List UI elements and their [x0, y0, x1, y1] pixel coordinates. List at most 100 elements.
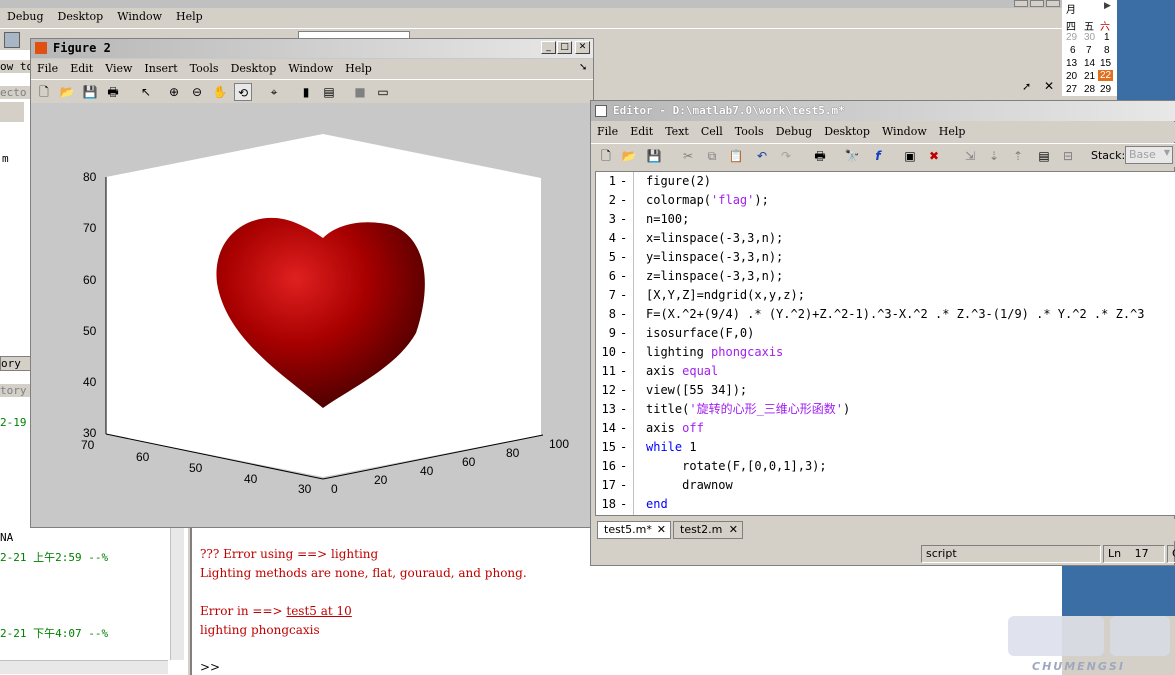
ed-menu-help[interactable]: Help	[933, 122, 972, 141]
command-prompt[interactable]: >>	[200, 660, 220, 674]
breakpoint-marker[interactable]: -	[620, 172, 627, 191]
continue-icon[interactable]: ▤	[1035, 147, 1053, 165]
clear-breakpoint-icon[interactable]: ✖	[925, 147, 943, 165]
calendar-day[interactable]: 30	[1084, 32, 1095, 43]
ed-menu-text[interactable]: Text	[659, 122, 695, 141]
axes-3d[interactable]: 80 70 60 50 40 30 70 60 50 40 30 0 20 40…	[31, 103, 593, 527]
calendar-next-icon[interactable]: ▶	[1104, 1, 1111, 11]
breakpoint-marker[interactable]: -	[620, 210, 627, 229]
data-cursor-icon[interactable]: ⌖	[265, 83, 283, 101]
maximize-icon[interactable]	[1030, 0, 1044, 7]
zoom-out-icon[interactable]: ⊖	[188, 83, 206, 101]
ed-menu-tools[interactable]: Tools	[729, 122, 770, 141]
find-icon[interactable]: 🔭	[843, 147, 861, 165]
dock-arrow-icon[interactable]: ➘	[579, 62, 587, 73]
open-icon[interactable]: 📂	[58, 83, 76, 101]
breakpoint-marker[interactable]: -	[620, 191, 627, 210]
code-line[interactable]: 5- y=linspace(-3,3,n);	[596, 248, 1175, 267]
code-line[interactable]: 2- colormap('flag');	[596, 191, 1175, 210]
ed-menu-debug[interactable]: Debug	[770, 122, 819, 141]
tab-test5[interactable]: test5.m* ✕	[597, 521, 671, 539]
breakpoint-marker[interactable]: -	[620, 286, 627, 305]
plot-area[interactable]: 80 70 60 50 40 30 70 60 50 40 30 0 20 40…	[31, 103, 593, 527]
code-line[interactable]: 7- [X,Y,Z]=ndgrid(x,y,z);	[596, 286, 1175, 305]
workspace-toolbar-icon[interactable]	[0, 102, 24, 122]
save-icon[interactable]: 💾	[645, 147, 663, 165]
code-line[interactable]: 17- drawnow	[596, 476, 1175, 495]
calendar-day[interactable]: 6	[1070, 45, 1076, 56]
close-tab-icon[interactable]: ✕	[657, 523, 666, 536]
breakpoint-marker[interactable]: -	[620, 324, 627, 343]
editor-titlebar[interactable]: Editor - D:\matlab7.0\work\test5.m*	[591, 101, 1175, 121]
stack-select[interactable]: Base ▼	[1125, 146, 1173, 164]
calendar-day[interactable]: 15	[1100, 58, 1111, 69]
fig-menu-file[interactable]: File	[31, 59, 64, 78]
calendar-day[interactable]: 7	[1086, 45, 1092, 56]
redo-icon[interactable]: ↷	[777, 147, 795, 165]
undo-icon[interactable]: ↶	[753, 147, 771, 165]
fig-menu-edit[interactable]: Edit	[64, 59, 99, 78]
figure-window[interactable]: Figure 2 _ □ ✕ File Edit View Insert Tools De…	[30, 38, 594, 528]
breakpoint-marker[interactable]: -	[620, 476, 627, 495]
error-link[interactable]: test5 at 10	[286, 604, 351, 618]
show-plot-tools-icon[interactable]: ▭	[374, 83, 392, 101]
copy-icon[interactable]	[4, 32, 20, 48]
code-line[interactable]: 16- rotate(F,[0,0,1],3);	[596, 457, 1175, 476]
history-hscrollbar[interactable]	[0, 660, 168, 674]
breakpoint-marker[interactable]: -	[620, 381, 627, 400]
breakpoint-marker[interactable]: -	[620, 457, 627, 476]
open-icon[interactable]: 📂	[620, 147, 638, 165]
minimize-icon[interactable]	[1014, 0, 1028, 7]
calendar-day[interactable]: 29	[1100, 84, 1111, 95]
editor-window[interactable]: Editor - D:\matlab7.0\work\test5.m* File…	[590, 100, 1175, 566]
code-line[interactable]: 14- axis off	[596, 419, 1175, 438]
fig-menu-window[interactable]: Window	[282, 59, 339, 78]
calendar-day[interactable]: 13	[1066, 58, 1077, 69]
hide-plot-tools-icon[interactable]: ■	[351, 83, 369, 101]
breakpoint-marker[interactable]: -	[620, 248, 627, 267]
ed-menu-desktop[interactable]: Desktop	[818, 122, 876, 141]
print-icon[interactable]: 🖶	[104, 83, 122, 101]
paste-icon[interactable]: 📋	[727, 147, 745, 165]
code-line[interactable]: 4- x=linspace(-3,3,n);	[596, 229, 1175, 248]
fig-menu-insert[interactable]: Insert	[138, 59, 183, 78]
close-tab-icon[interactable]: ✕	[729, 523, 738, 536]
breakpoint-marker[interactable]: -	[620, 343, 627, 362]
cut-icon[interactable]: ✂	[679, 147, 697, 165]
ed-menu-window[interactable]: Window	[876, 122, 933, 141]
main-menu-window[interactable]: Window	[110, 8, 169, 25]
code-editor[interactable]: 1- figure(2) 2- colormap('flag'); 3- n=100; 4-…	[595, 171, 1175, 516]
step-in-icon[interactable]: ⇣	[985, 147, 1003, 165]
history-scrollbar[interactable]	[170, 528, 184, 660]
calendar-day[interactable]: 29	[1066, 32, 1077, 43]
print-icon[interactable]: 🖶	[811, 147, 829, 165]
calendar-day[interactable]: 20	[1066, 71, 1077, 82]
function-icon[interactable]: f	[869, 147, 887, 165]
code-line[interactable]: 10- lighting phongcaxis	[596, 343, 1175, 362]
close-doc-icon[interactable]: ✕	[1044, 79, 1054, 93]
code-line[interactable]: 6- z=linspace(-3,3,n);	[596, 267, 1175, 286]
fig-menu-view[interactable]: View	[99, 59, 138, 78]
calendar-today[interactable]: 22	[1098, 70, 1114, 81]
colorbar-icon[interactable]: ▮	[297, 83, 315, 101]
step-out-icon[interactable]: ⇡	[1009, 147, 1027, 165]
copy-icon[interactable]: ⧉	[703, 147, 721, 165]
main-menu-desktop[interactable]: Desktop	[51, 8, 111, 25]
code-line[interactable]: 11- axis equal	[596, 362, 1175, 381]
breakpoint-marker[interactable]: -	[620, 400, 627, 419]
close-icon[interactable]: ✕	[575, 41, 590, 54]
code-line[interactable]: 13- title('旋转的心形_三维心形函数')	[596, 400, 1175, 419]
calendar-day[interactable]: 14	[1084, 58, 1095, 69]
code-line[interactable]: 1- figure(2)	[596, 172, 1175, 191]
breakpoint-marker[interactable]: -	[620, 419, 627, 438]
maximize-icon[interactable]: □	[557, 41, 572, 54]
new-icon[interactable]: 🗋	[35, 83, 53, 101]
undock-icon[interactable]: ➚	[1022, 80, 1031, 93]
save-icon[interactable]: 💾	[81, 83, 99, 101]
ed-menu-cell[interactable]: Cell	[695, 122, 729, 141]
code-line[interactable]: 15- while 1	[596, 438, 1175, 457]
tab-test2[interactable]: test2.m ✕	[673, 521, 743, 539]
main-menu-debug[interactable]: Debug	[0, 8, 51, 25]
step-icon[interactable]: ⇲	[961, 147, 979, 165]
code-line[interactable]: 3- n=100;	[596, 210, 1175, 229]
